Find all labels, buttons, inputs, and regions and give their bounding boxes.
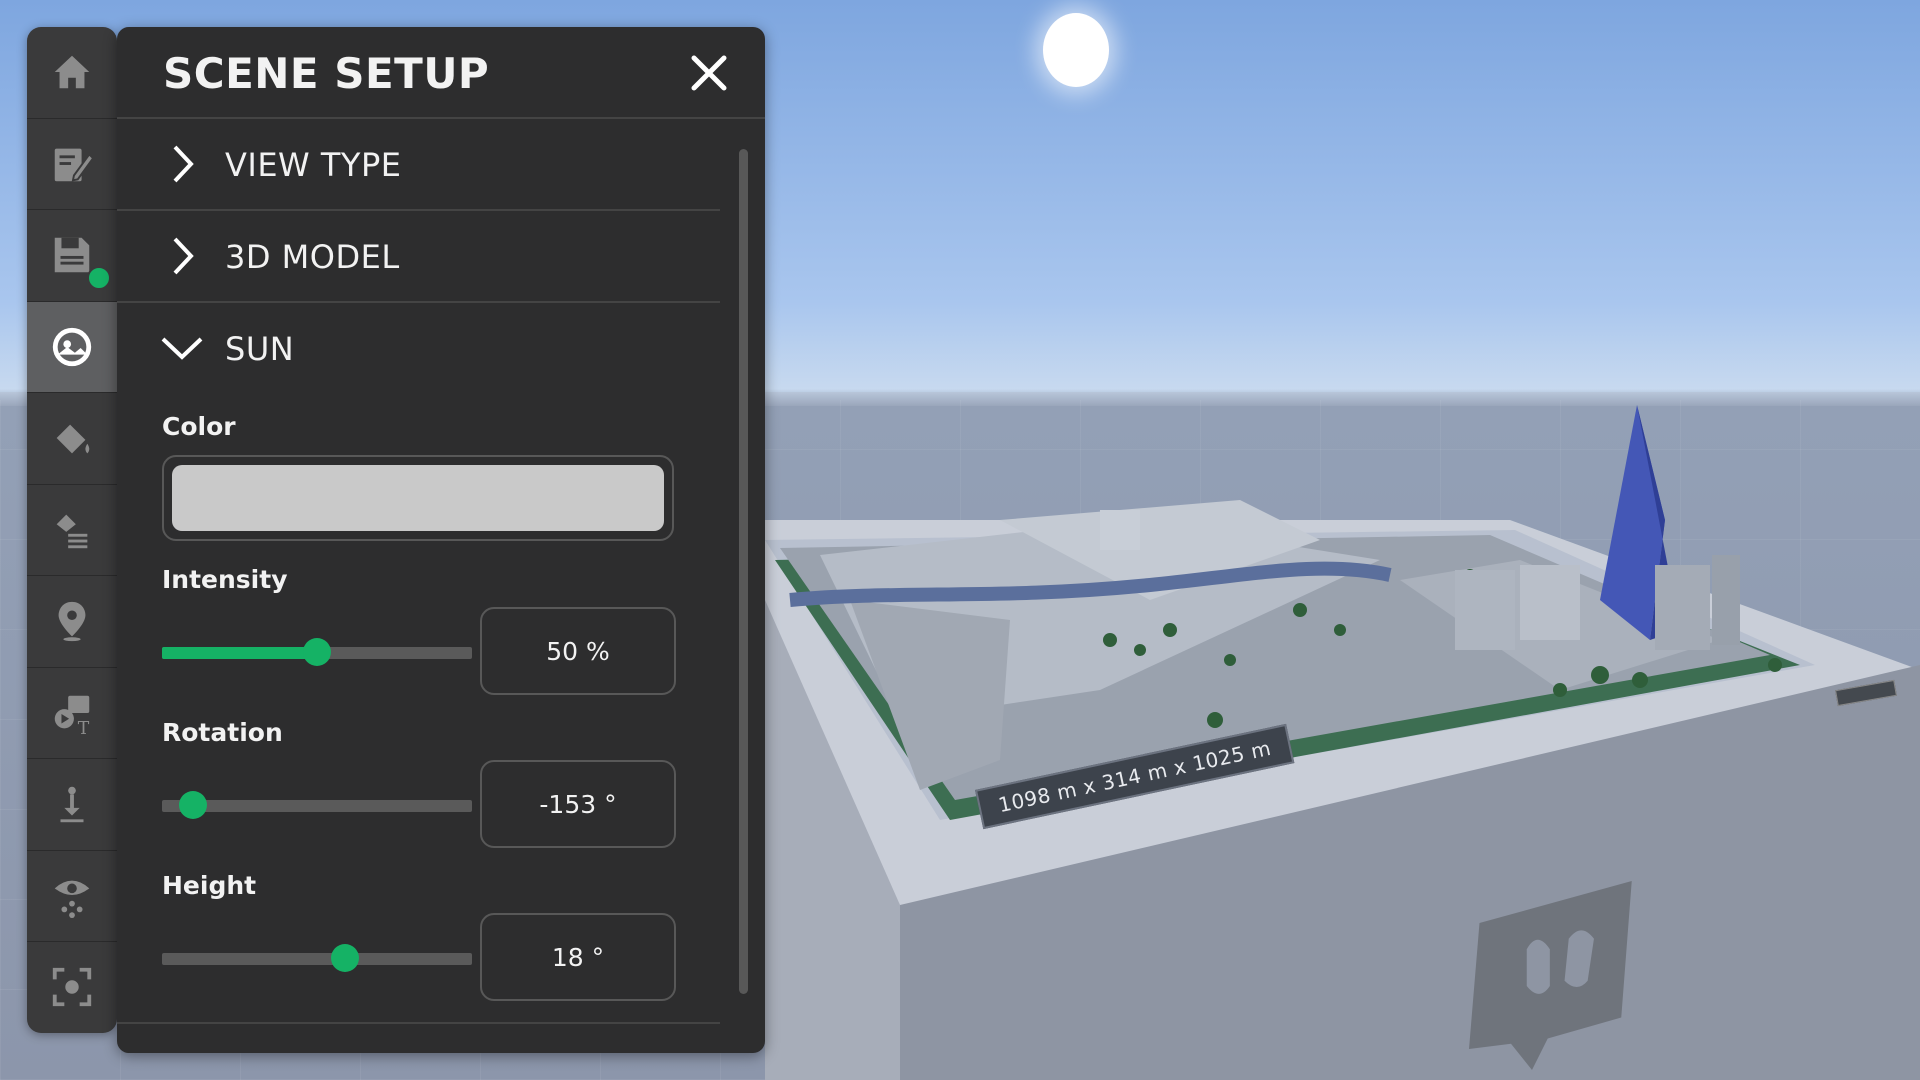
measure-button[interactable] — [27, 759, 117, 851]
edit-notes-icon — [54, 148, 95, 182]
panel-header: SCENE SETUP — [117, 27, 765, 119]
intensity-slider[interactable] — [162, 632, 472, 672]
scene-setup-button[interactable] — [27, 301, 117, 393]
chevron-down-icon — [161, 337, 203, 360]
section-label: SUN — [225, 330, 295, 368]
slider-track — [162, 800, 472, 812]
section-view-type[interactable]: VIEW TYPE — [117, 119, 720, 211]
paint-bucket-icon — [56, 424, 90, 454]
intensity-label: Intensity — [162, 565, 288, 594]
svg-text:T: T — [78, 719, 90, 736]
chevron-right-icon — [173, 237, 194, 275]
focus-frame-icon — [52, 968, 92, 1007]
save-button[interactable] — [27, 210, 117, 302]
location-button[interactable] — [27, 576, 117, 668]
panel-title: SCENE SETUP — [163, 49, 490, 98]
height-slider[interactable] — [162, 938, 472, 978]
focus-button[interactable] — [27, 942, 117, 1033]
media-text-icon: T — [54, 695, 90, 736]
divider — [117, 1022, 720, 1024]
style-layers-icon — [56, 514, 88, 548]
slider-thumb[interactable] — [331, 944, 359, 972]
section-sun[interactable]: SUN — [117, 303, 720, 393]
slider-track — [162, 953, 472, 965]
slider-thumb[interactable] — [179, 791, 207, 819]
scene-setup-panel: SCENE SETUP VIEW TYPE 3D MODEL SUN Color… — [117, 27, 765, 1053]
color-label: Color — [162, 412, 236, 441]
paint-button[interactable] — [27, 393, 117, 485]
height-label: Height — [162, 871, 257, 900]
scene-setup-icon — [52, 327, 92, 366]
slider-fill — [162, 647, 317, 659]
rotation-slider[interactable] — [162, 785, 472, 825]
section-label: VIEW TYPE — [225, 146, 402, 184]
home-icon — [54, 55, 90, 89]
color-swatch — [172, 465, 664, 531]
sun-color-picker[interactable] — [162, 455, 674, 541]
unsaved-status-dot — [87, 266, 111, 290]
scrollbar-thumb[interactable] — [739, 149, 748, 994]
media-button[interactable]: T — [27, 668, 117, 759]
measure-height-icon — [60, 787, 84, 823]
chevron-right-icon — [173, 145, 194, 183]
rotation-label: Rotation — [162, 718, 283, 747]
height-input[interactable]: 18 ° — [480, 913, 676, 1001]
panel-scrollbar[interactable] — [737, 119, 749, 995]
home-button[interactable] — [27, 27, 117, 119]
notes-button[interactable] — [27, 119, 117, 210]
rotation-input[interactable]: -153 ° — [480, 760, 676, 848]
left-toolbar: T — [27, 27, 117, 1033]
intensity-input[interactable]: 50 % — [480, 607, 676, 695]
slider-thumb[interactable] — [303, 638, 331, 666]
viewpoint-eye-icon — [54, 880, 90, 918]
section-3d-model[interactable]: 3D MODEL — [117, 211, 720, 303]
brand-logo — [1469, 881, 1632, 1070]
location-pin-icon — [58, 602, 86, 642]
viewpoint-button[interactable] — [27, 851, 117, 942]
section-label: 3D MODEL — [225, 238, 400, 276]
close-icon[interactable] — [687, 51, 731, 95]
style-button[interactable] — [27, 485, 117, 576]
